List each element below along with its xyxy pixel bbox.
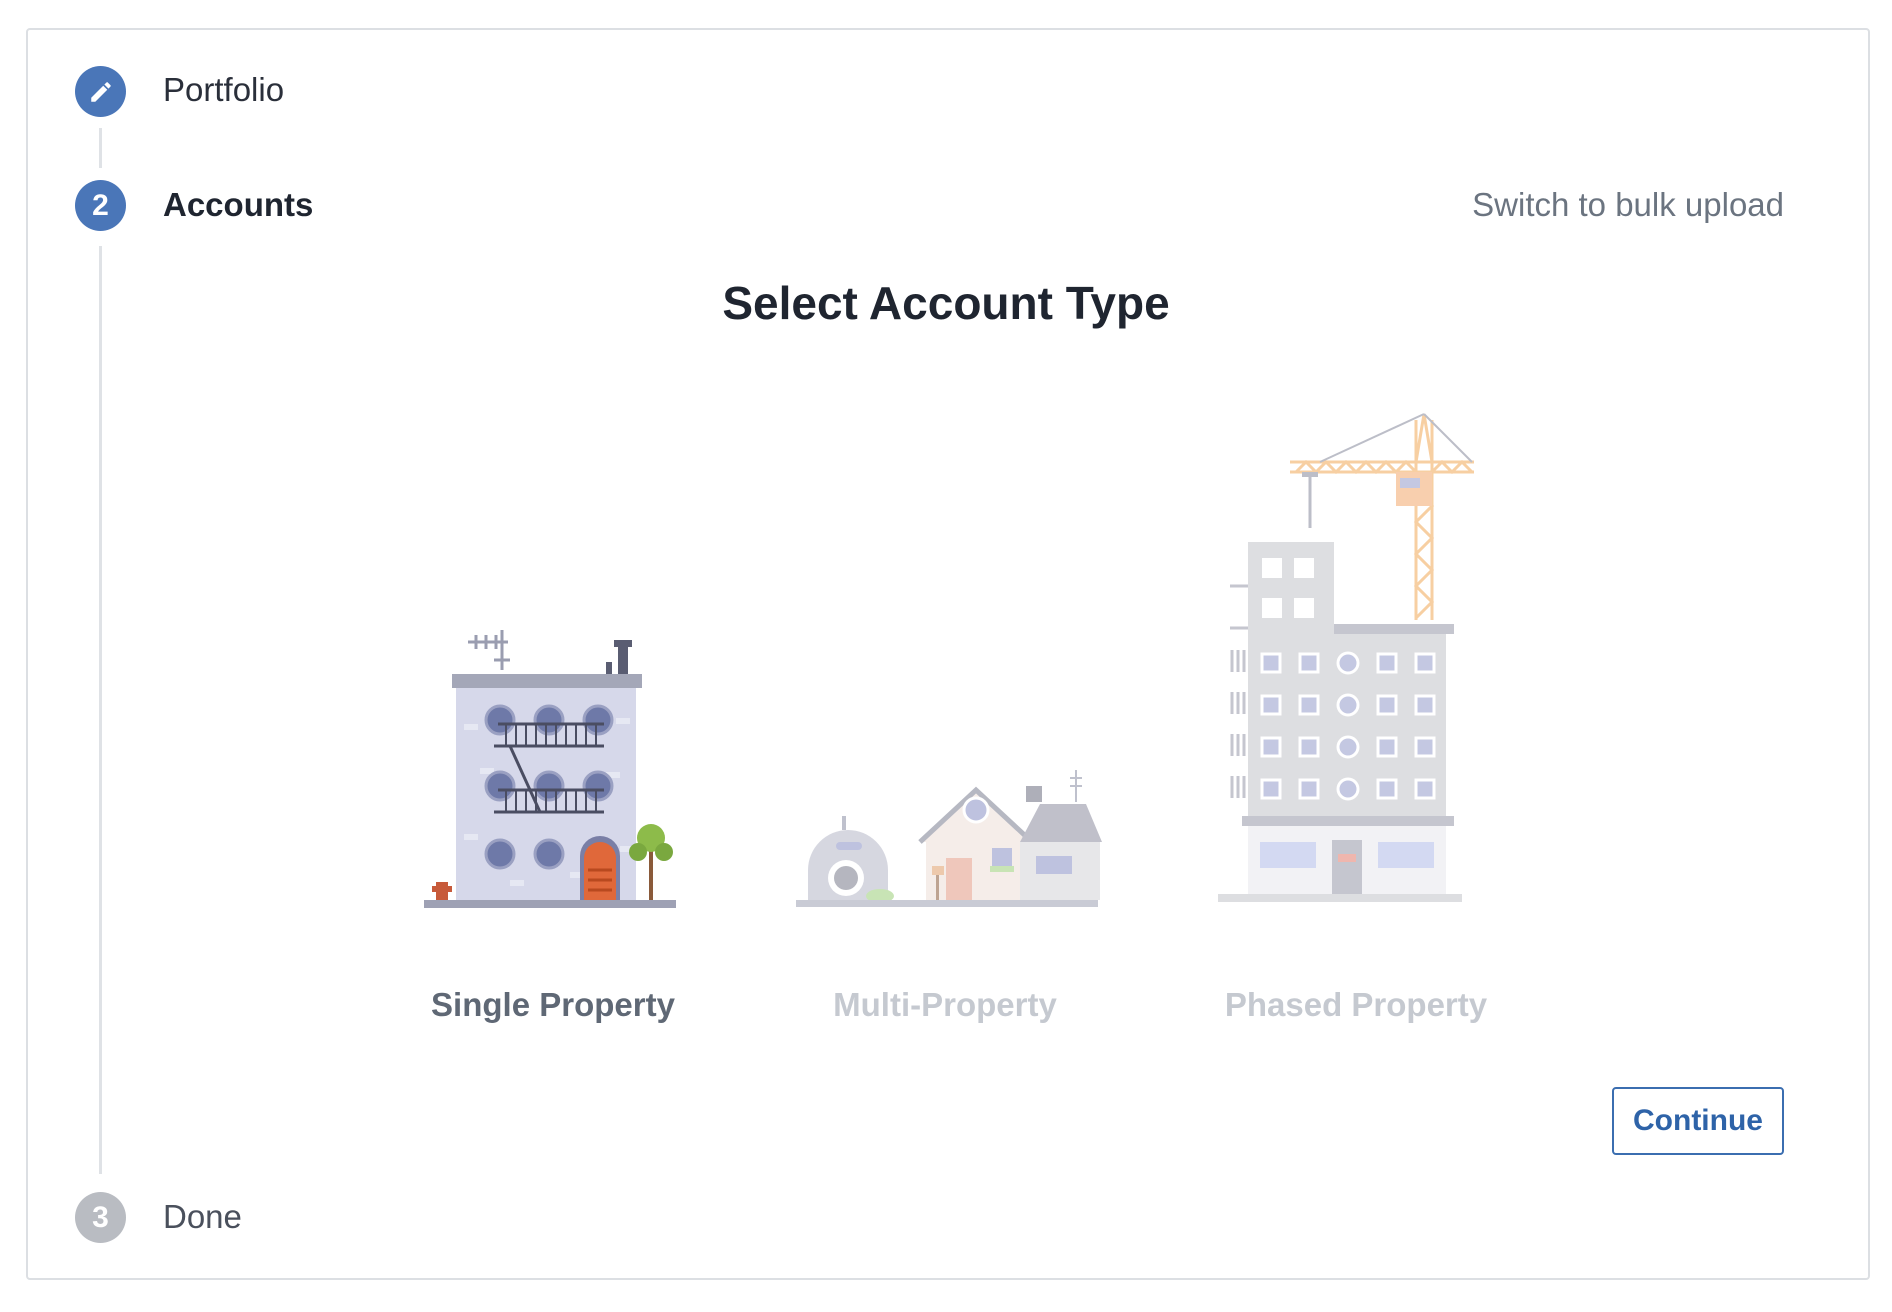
- step-2-indicator: 2: [75, 180, 126, 231]
- step-3-indicator: 3: [75, 1192, 126, 1243]
- step-1-indicator[interactable]: [75, 66, 126, 117]
- houses-icon: [796, 770, 1102, 907]
- pencil-icon: [90, 81, 111, 102]
- option-single-property[interactable]: Single Property: [420, 620, 700, 1040]
- switch-to-bulk-upload-link[interactable]: Switch to bulk upload: [1472, 185, 1784, 225]
- step-connector-1: [99, 128, 102, 168]
- step-3-label: Done: [163, 1198, 242, 1235]
- option-label-single-property: Single Property: [431, 986, 675, 1023]
- page-title: Select Account Type: [722, 277, 1170, 329]
- step-1-label[interactable]: Portfolio: [163, 70, 284, 110]
- step-3-number: 3: [92, 1200, 109, 1234]
- step-connector-2: [99, 246, 102, 1174]
- continue-button[interactable]: Continue: [1612, 1087, 1784, 1155]
- option-phased-property[interactable]: Phased Property: [1210, 410, 1510, 1040]
- step-2-number: 2: [92, 188, 109, 222]
- option-multi-property[interactable]: Multi-Property: [790, 620, 1110, 1040]
- apartment-building-icon: [424, 630, 676, 908]
- construction-building-icon: [1218, 413, 1474, 902]
- step-2-label: Accounts: [163, 186, 314, 223]
- option-label-multi-property: Multi-Property: [833, 986, 1057, 1023]
- option-label-phased-property: Phased Property: [1224, 986, 1488, 1023]
